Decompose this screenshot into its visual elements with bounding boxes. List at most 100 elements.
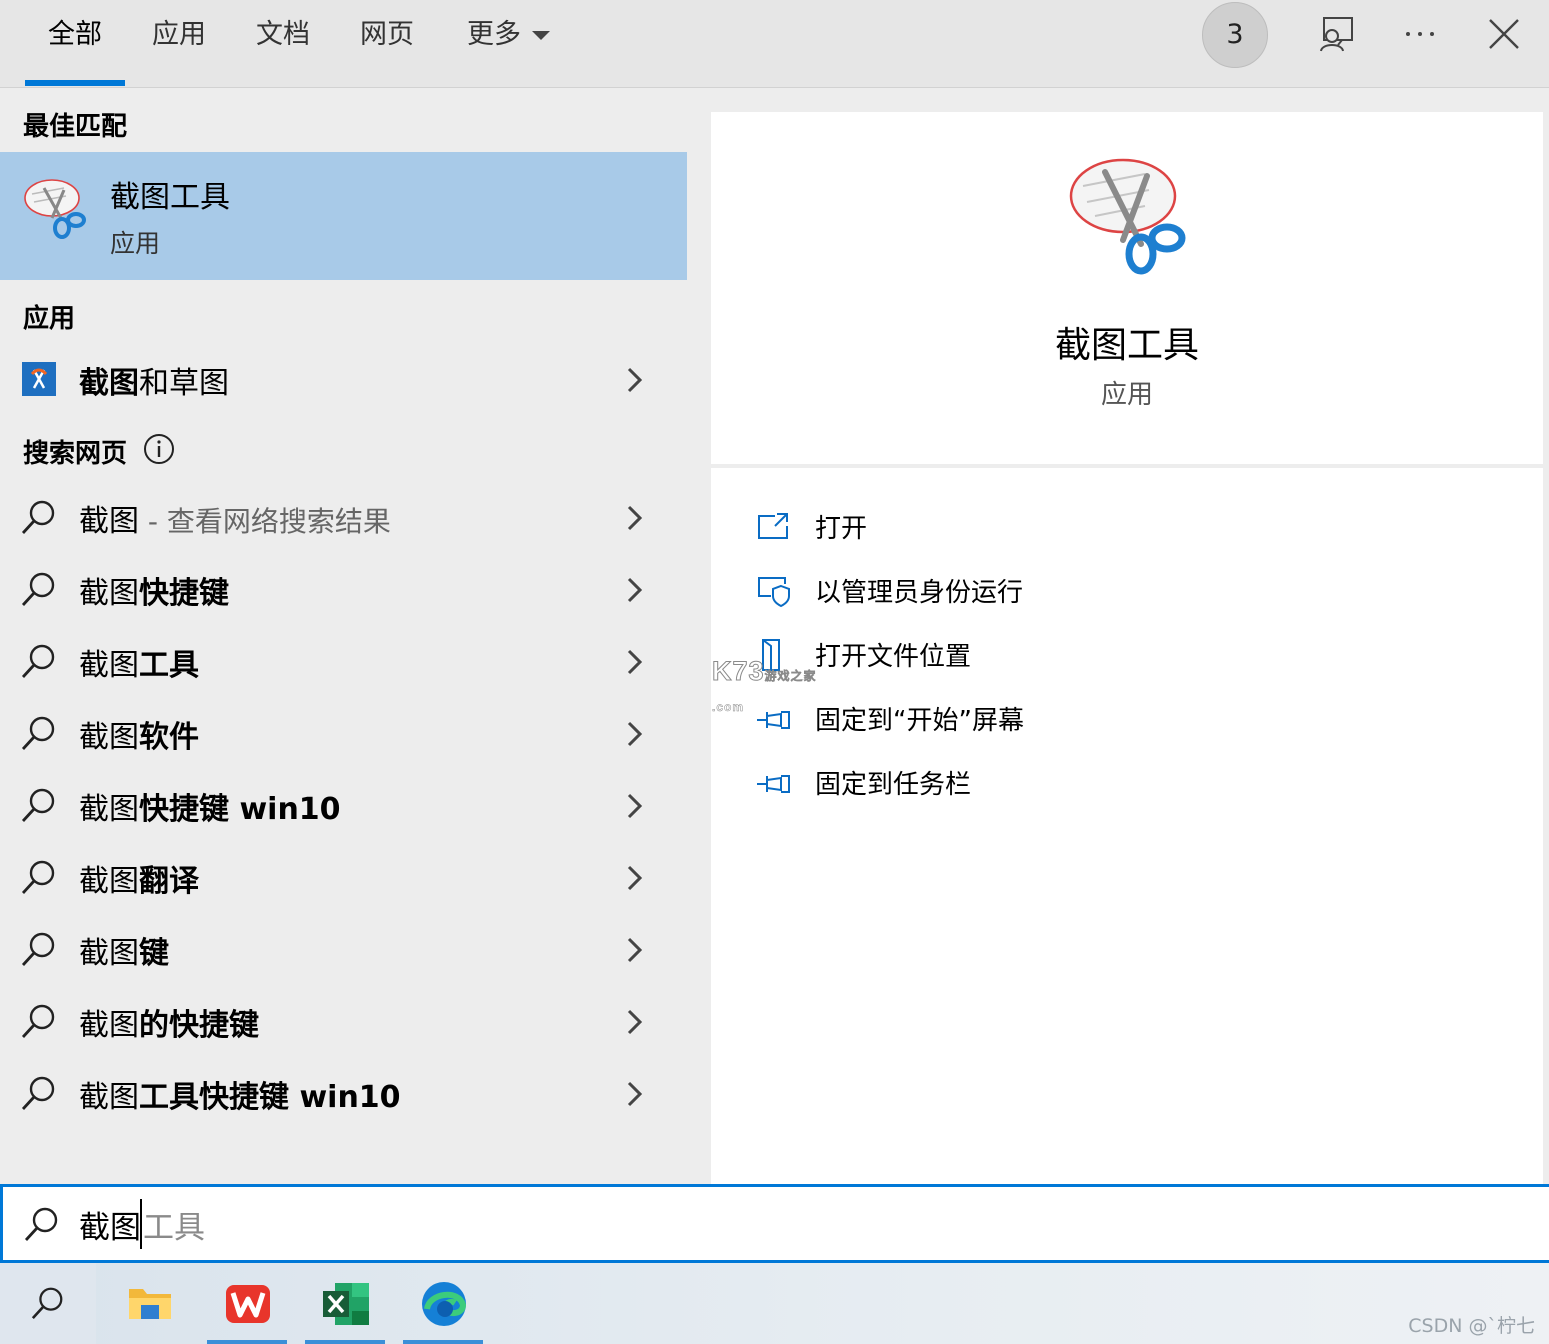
web-result-3[interactable]: 截图软件	[0, 698, 687, 770]
label-rest: 和草图	[139, 366, 229, 401]
chevron-down-icon	[532, 30, 550, 40]
search-tab-bar: 全部 应用 文档 网页 更多 3	[0, 0, 1549, 88]
chevron-right-icon[interactable]	[624, 1080, 646, 1108]
web-result-5[interactable]: 截图翻译	[0, 842, 687, 914]
label-prefix: 截图	[79, 936, 139, 971]
best-match-header: 最佳匹配	[23, 112, 128, 142]
web-result-label: 截图翻译	[79, 856, 199, 900]
excel-icon	[323, 1283, 369, 1325]
info-icon[interactable]	[143, 433, 175, 465]
tab-documents[interactable]: 文档	[244, 0, 322, 86]
search-icon	[21, 572, 55, 606]
web-result-label: 截图工具	[79, 640, 199, 684]
search-icon	[24, 1207, 58, 1241]
ellipsis-icon[interactable]	[1400, 14, 1440, 54]
taskbar-search-button[interactable]	[0, 1263, 96, 1344]
action-open-file-location[interactable]: 打开文件位置	[755, 626, 1455, 682]
search-input[interactable]: 截图	[79, 1202, 141, 1247]
watermark-text: K73	[712, 656, 765, 687]
tab-all[interactable]: 全部	[25, 0, 125, 86]
search-autocomplete: 工具	[143, 1210, 205, 1246]
web-result-1[interactable]: 截图快捷键	[0, 554, 687, 626]
label-bold: 快捷键 win10	[139, 792, 341, 827]
search-icon	[21, 1076, 55, 1110]
chevron-right-icon[interactable]	[624, 576, 646, 604]
label-bold: 的快捷键	[139, 1008, 259, 1043]
app-preview-type: 应用	[1100, 380, 1153, 410]
open-icon	[758, 513, 788, 539]
search-box[interactable]: 截图 工具	[0, 1184, 1549, 1263]
web-search-header: 搜索网页	[23, 439, 128, 469]
best-match-item[interactable]: 截图工具 应用	[0, 152, 687, 280]
search-icon	[21, 500, 55, 534]
taskbar-app-wps-office[interactable]	[207, 1263, 287, 1344]
snipping-tool-icon	[1069, 158, 1186, 275]
chevron-right-icon[interactable]	[624, 720, 646, 748]
apps-header: 应用	[23, 304, 76, 334]
taskbar-app-edge[interactable]	[403, 1263, 483, 1344]
label-bold: 截图	[79, 366, 139, 401]
web-result-label: 截图快捷键 win10	[79, 784, 341, 828]
label-prefix: 截图	[79, 720, 139, 755]
wps-icon	[226, 1285, 270, 1323]
web-result-label: 截图工具快捷键 win10	[79, 1072, 401, 1116]
text-caret	[140, 1199, 142, 1249]
label-bold: 工具快捷键 win10	[139, 1080, 401, 1115]
chevron-right-icon[interactable]	[624, 648, 646, 676]
pin-icon	[757, 711, 790, 729]
pin-icon	[757, 775, 790, 793]
running-indicator	[305, 1340, 385, 1344]
chevron-right-icon[interactable]	[624, 792, 646, 820]
tab-web[interactable]: 网页	[348, 0, 426, 86]
edge-icon	[422, 1282, 467, 1326]
tab-label: 应用	[152, 19, 206, 50]
label-suffix: - 查看网络搜索结果	[139, 505, 391, 538]
search-icon	[21, 716, 55, 750]
action-pin-to-taskbar[interactable]: 固定到任务栏	[755, 754, 1455, 810]
web-result-label: 截图键	[79, 928, 169, 972]
label-bold: 键	[139, 936, 169, 971]
points-value: 3	[1226, 19, 1244, 50]
web-result-8[interactable]: 截图工具快捷键 win10	[0, 1058, 687, 1130]
close-icon[interactable]	[1484, 14, 1524, 54]
chevron-right-icon[interactable]	[624, 366, 646, 394]
tab-more[interactable]: 更多	[454, 0, 564, 86]
web-result-0[interactable]: 截图 - 查看网络搜索结果	[0, 482, 687, 554]
search-icon	[21, 932, 55, 966]
site-watermark: K73游戏之家 .com	[712, 656, 842, 715]
running-indicator	[207, 1340, 287, 1344]
web-result-7[interactable]: 截图的快捷键	[0, 986, 687, 1058]
search-icon	[31, 1287, 63, 1320]
web-result-4[interactable]: 截图快捷键 win10	[0, 770, 687, 842]
action-open[interactable]: 打开	[755, 498, 1455, 554]
web-result-6[interactable]: 截图键	[0, 914, 687, 986]
label-prefix: 截图	[79, 576, 139, 611]
taskbar: CSDN @`柠七	[0, 1263, 1549, 1344]
search-icon	[21, 644, 55, 678]
action-label: 以管理员身份运行	[815, 578, 1024, 608]
best-match-name: 截图工具	[110, 180, 230, 215]
action-run-as-admin[interactable]: 以管理员身份运行	[755, 562, 1455, 618]
chevron-right-icon[interactable]	[624, 1008, 646, 1036]
rewards-points-badge[interactable]: 3	[1202, 2, 1268, 68]
app-preview-name: 截图工具	[1054, 325, 1199, 366]
label-bold: 翻译	[139, 864, 199, 899]
tab-apps[interactable]: 应用	[140, 0, 218, 86]
feedback-icon[interactable]	[1316, 14, 1356, 54]
app-result-snip-sketch[interactable]: 截图和草图	[0, 344, 687, 416]
label-prefix: 截图	[79, 792, 139, 827]
taskbar-app-file-explorer[interactable]	[109, 1263, 189, 1344]
shield-icon	[758, 577, 790, 608]
label-prefix: 截图	[79, 1008, 139, 1043]
best-match-type: 应用	[110, 229, 161, 258]
label-bold: 软件	[139, 720, 199, 755]
taskbar-app-excel[interactable]	[305, 1263, 385, 1344]
web-result-label: 截图 - 查看网络搜索结果	[79, 496, 391, 540]
tab-label: 网页	[360, 19, 414, 50]
web-result-2[interactable]: 截图工具	[0, 626, 687, 698]
chevron-right-icon[interactable]	[624, 864, 646, 892]
web-result-label: 截图的快捷键	[79, 1000, 259, 1044]
chevron-right-icon[interactable]	[624, 936, 646, 964]
chevron-right-icon[interactable]	[624, 504, 646, 532]
action-pin-to-start[interactable]: 固定到“开始”屏幕	[755, 690, 1455, 746]
